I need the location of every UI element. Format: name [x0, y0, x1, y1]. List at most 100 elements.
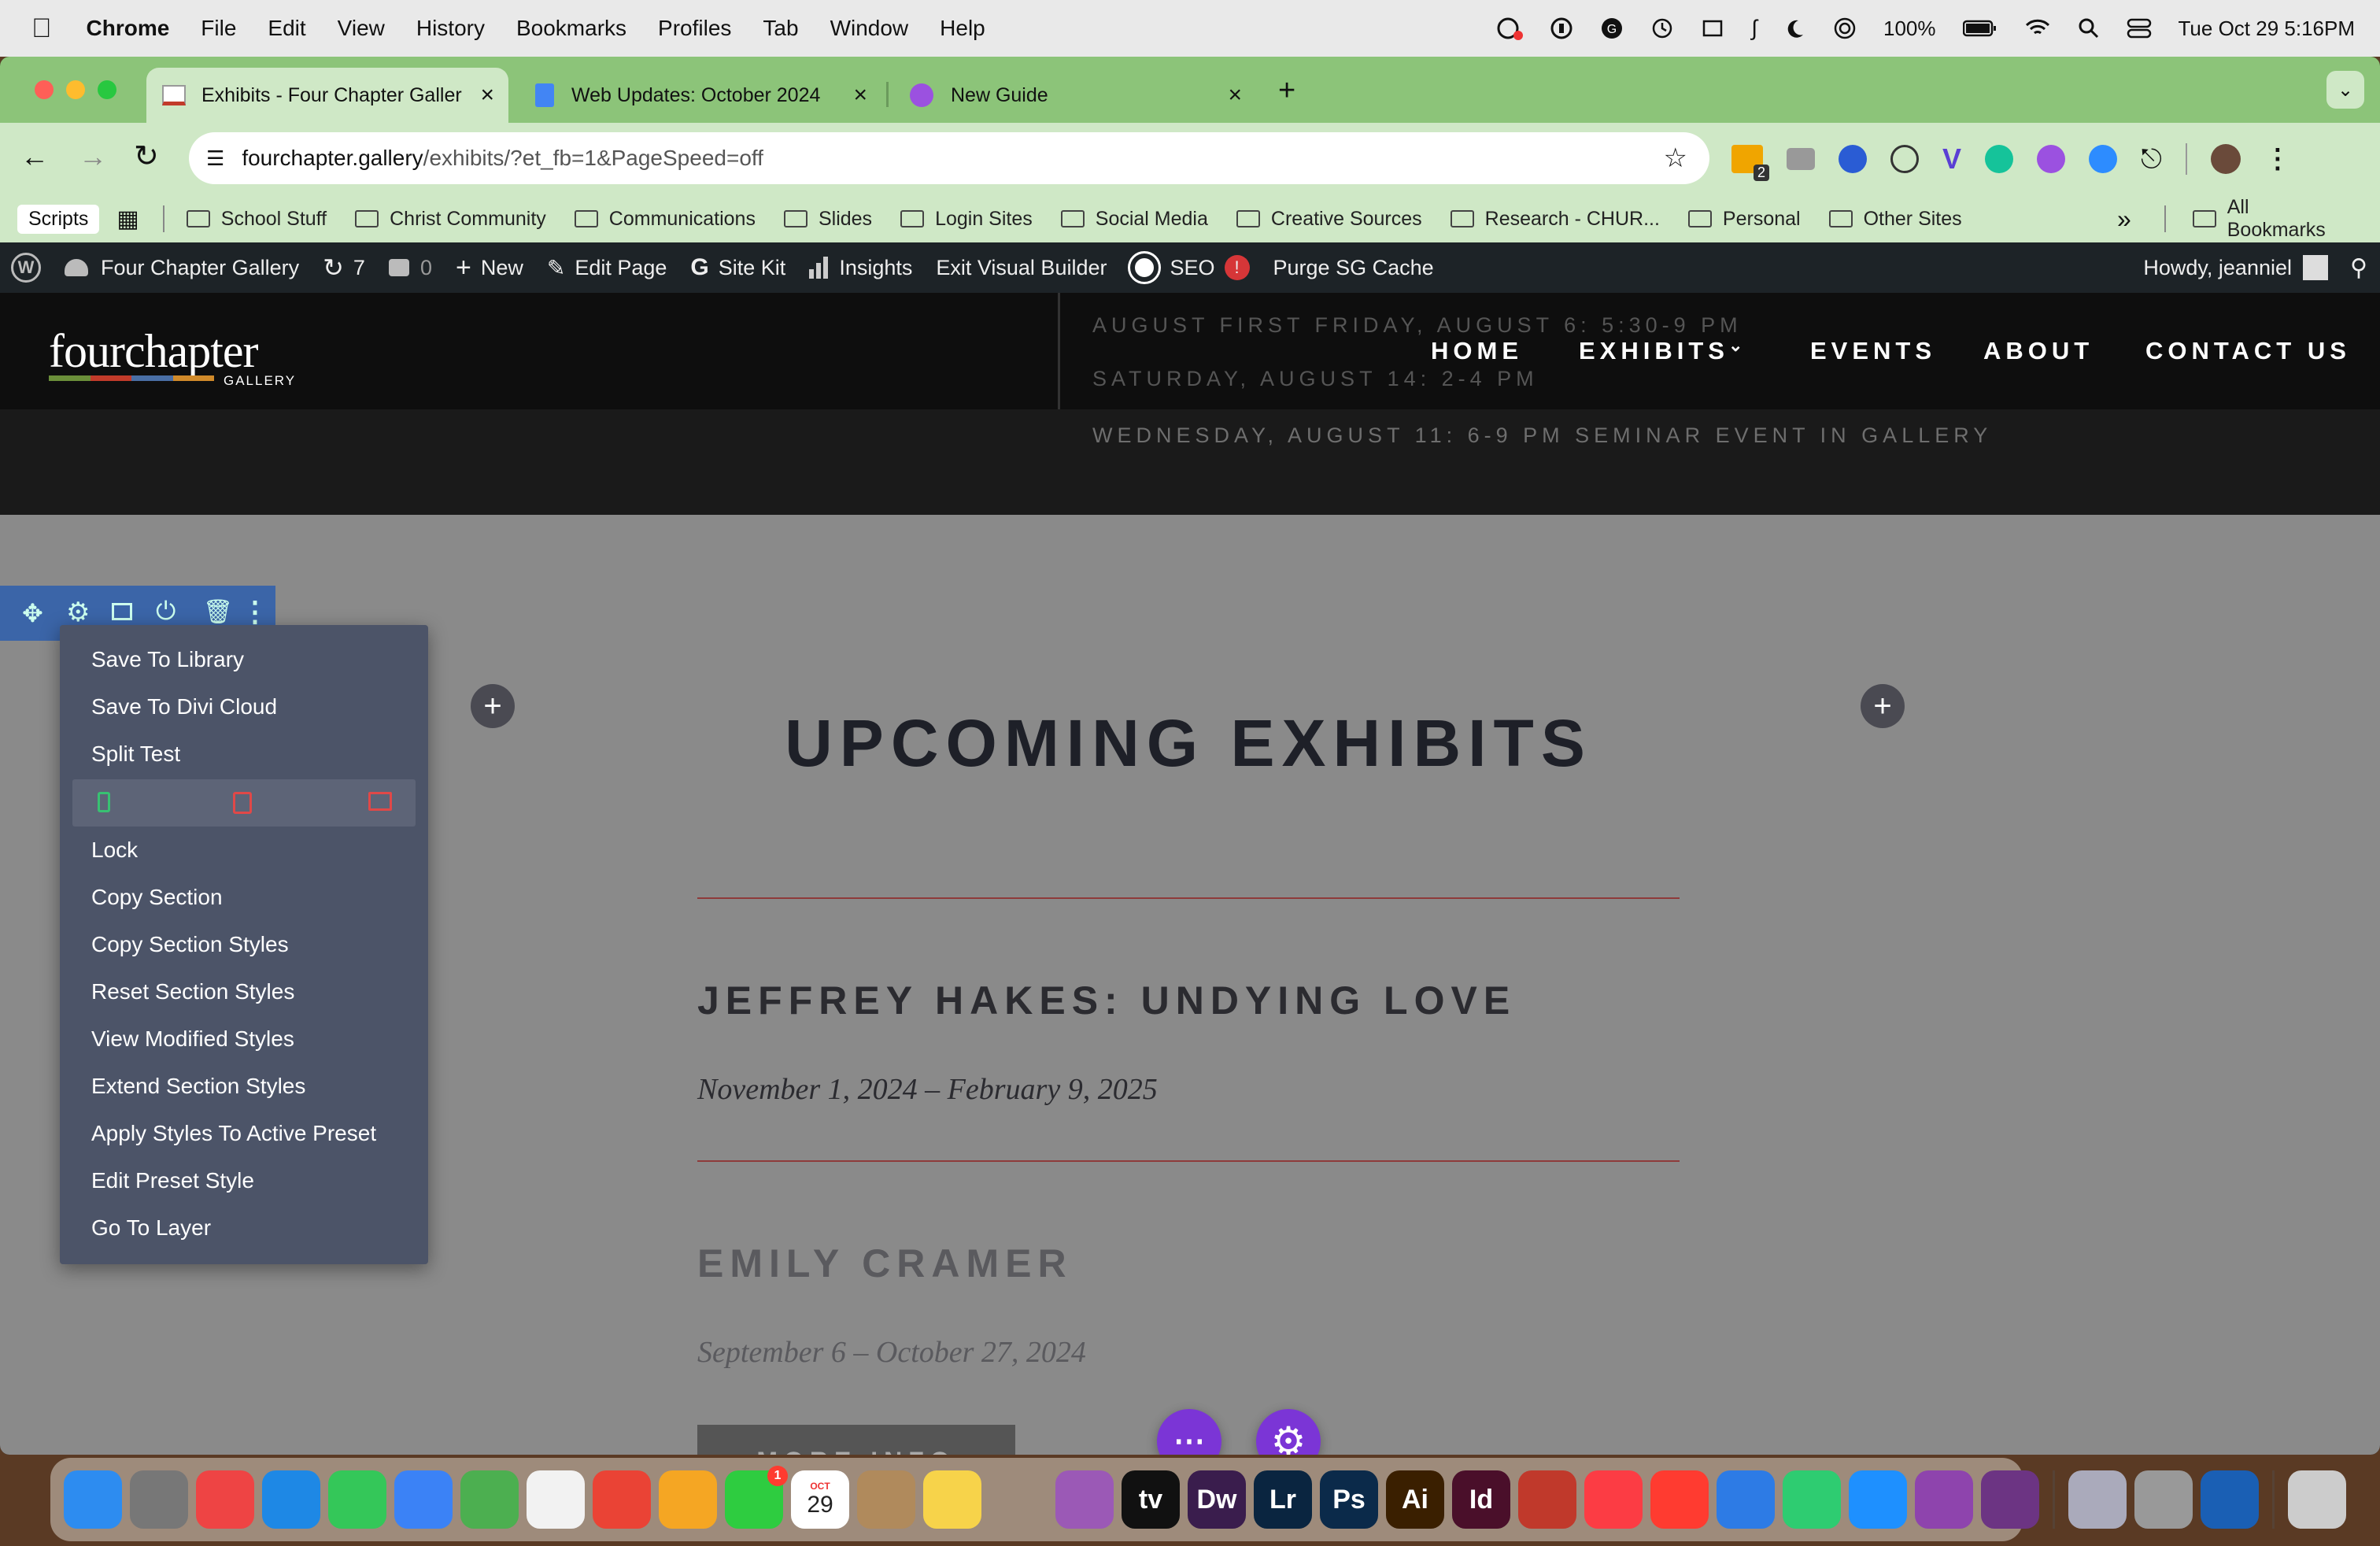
menu-split-test[interactable]: Split Test	[91, 742, 180, 767]
bookmark-folder[interactable]: Personal	[1687, 208, 1801, 231]
grammarly-extension-icon[interactable]	[1985, 145, 2014, 173]
tab-exhibits[interactable]: Exhibits - Four Chapter Galler ×	[146, 68, 508, 123]
bookmarks-overflow-icon[interactable]: »	[2117, 205, 2131, 234]
zoom-extension-icon[interactable]	[2089, 145, 2118, 173]
desktop-icon[interactable]	[368, 792, 392, 811]
dreamweaver-app-icon[interactable]: Dw	[1188, 1470, 1246, 1529]
bookmark-folder[interactable]: School Stuff	[186, 208, 327, 231]
site-info-icon[interactable]: ☰	[206, 146, 224, 171]
spotlight-search-icon[interactable]	[2078, 17, 2100, 39]
mail-app-icon[interactable]	[394, 1470, 453, 1529]
maps-app-icon[interactable]	[460, 1470, 519, 1529]
app-store-app-icon[interactable]	[1849, 1470, 1907, 1529]
menu-extend-section-styles[interactable]: Extend Section Styles	[91, 1074, 305, 1099]
focus-moon-icon[interactable]	[1784, 17, 1806, 39]
bookmark-folder[interactable]: Communications	[574, 208, 756, 231]
wp-new[interactable]: + New	[456, 253, 523, 283]
illustrator-app-icon[interactable]: Ai	[1386, 1470, 1444, 1529]
wifi-icon[interactable]	[2024, 18, 2051, 39]
menu-save-to-library[interactable]: Save To Library	[91, 647, 244, 672]
nav-contact-us[interactable]: CONTACT US	[2145, 337, 2351, 365]
wp-edit-page[interactable]: ✎ Edit Page	[547, 255, 667, 281]
zoom-window-button[interactable]	[98, 80, 116, 99]
safari-app-icon[interactable]	[262, 1470, 320, 1529]
apple-tv-app-icon[interactable]: tv	[1122, 1470, 1180, 1529]
wp-exit-visual-builder[interactable]: Exit Visual Builder	[936, 256, 1107, 280]
wp-insights[interactable]: Insights	[809, 256, 912, 280]
builder-settings-gear-icon[interactable]: ⚙	[1256, 1409, 1321, 1455]
menu-help[interactable]: Help	[940, 16, 985, 41]
notes-app-icon[interactable]	[923, 1470, 981, 1529]
add-module-button[interactable]: +	[1861, 684, 1905, 728]
music-app-icon[interactable]	[1584, 1470, 1643, 1529]
indesign-app-icon[interactable]: Id	[1452, 1470, 1510, 1529]
news-app-icon[interactable]	[1650, 1470, 1709, 1529]
wp-updates[interactable]: ↻ 7	[323, 253, 365, 283]
gallery-business-app-icon[interactable]	[1981, 1470, 2039, 1529]
apps-grid-icon[interactable]: ▦	[116, 205, 139, 233]
system-settings-app-icon[interactable]	[130, 1470, 188, 1529]
profile-avatar[interactable]	[2210, 144, 2241, 174]
screen-mirroring-icon[interactable]	[1701, 17, 1724, 40]
power-icon[interactable]: ⏻	[156, 597, 176, 627]
nav-events[interactable]: EVENTS	[1810, 337, 1936, 365]
photoshop-app-icon[interactable]: Ps	[1320, 1470, 1378, 1529]
close-window-button[interactable]	[35, 80, 54, 99]
bookmark-scripts[interactable]: Scripts	[17, 204, 100, 234]
time-machine-icon[interactable]	[1650, 17, 1674, 40]
lightroom-app-icon[interactable]: Lr	[1254, 1470, 1312, 1529]
tab-web-updates[interactable]: Web Updates: October 2024 ×	[519, 68, 881, 123]
all-bookmarks[interactable]: All Bookmarks	[2193, 196, 2352, 242]
apple-icon[interactable]: 	[31, 13, 52, 44]
back-arrow-icon[interactable]: ←	[20, 140, 49, 173]
menubar-clock[interactable]: Tue Oct 29 5:16PM	[2179, 17, 2355, 41]
menu-go-to-layer[interactable]: Go To Layer	[91, 1215, 211, 1241]
menu-profiles[interactable]: Profiles	[658, 16, 731, 41]
menu-save-to-divi-cloud[interactable]: Save To Divi Cloud	[91, 694, 277, 719]
menu-file[interactable]: File	[201, 16, 236, 41]
new-tab-button[interactable]: +	[1278, 74, 1295, 108]
control-center-icon[interactable]	[2127, 17, 2152, 39]
finder-app-icon[interactable]	[64, 1470, 122, 1529]
podcasts-app-icon[interactable]	[1055, 1470, 1114, 1529]
wp-search-icon[interactable]: ⚲	[2350, 254, 2367, 282]
wp-purge-cache[interactable]: Purge SG Cache	[1273, 256, 1434, 280]
menu-tab[interactable]: Tab	[763, 16, 798, 41]
extension-folder-icon[interactable]: 2	[1731, 145, 1769, 181]
bookmark-folder[interactable]: Research - CHUR...	[1450, 208, 1660, 231]
password-icon[interactable]	[1550, 17, 1573, 40]
more-options-icon[interactable]: ⋮	[241, 595, 269, 628]
phone-icon[interactable]	[98, 792, 110, 812]
printer-app-icon[interactable]	[2134, 1470, 2193, 1529]
close-tab-icon[interactable]: ×	[480, 82, 494, 109]
tab-search-chevron-icon[interactable]: ⌄	[2326, 71, 2364, 109]
keynote-app-icon[interactable]	[1717, 1470, 1775, 1529]
site-logo[interactable]: fourchapter GALLERY	[49, 324, 294, 388]
menu-reset-section-styles[interactable]: Reset Section Styles	[91, 979, 294, 1004]
privacy-extension-icon[interactable]	[1890, 145, 1919, 173]
messages-app-icon[interactable]	[328, 1470, 386, 1529]
builder-more-icon[interactable]: ⋯	[1157, 1409, 1221, 1455]
menu-bookmarks[interactable]: Bookmarks	[516, 16, 626, 41]
bookmark-folder[interactable]: Slides	[783, 208, 872, 231]
trash-icon[interactable]: 🗑	[203, 598, 233, 626]
menu-lock[interactable]: Lock	[91, 838, 138, 863]
add-module-button[interactable]: +	[471, 684, 515, 728]
wp-site-name[interactable]: Four Chapter Gallery	[65, 256, 299, 280]
tablet-icon[interactable]	[233, 792, 252, 814]
gear-icon[interactable]: ⚙	[66, 597, 90, 628]
extensions-puzzle-icon[interactable]: ⎋	[2141, 144, 2162, 175]
menu-edit[interactable]: Edit	[268, 16, 305, 41]
move-icon[interactable]: ✥	[22, 598, 43, 628]
menu-copy-section-styles[interactable]: Copy Section Styles	[91, 932, 289, 957]
contacts-app-icon[interactable]	[857, 1470, 915, 1529]
menu-window[interactable]: Window	[830, 16, 909, 41]
bookmark-folder[interactable]: Login Sites	[900, 208, 1033, 231]
1password-app-icon[interactable]	[2201, 1470, 2259, 1529]
grammarly-icon[interactable]: G	[1600, 17, 1624, 40]
nav-about[interactable]: ABOUT	[1983, 337, 2094, 365]
tab-new-guide[interactable]: New Guide ×	[894, 68, 1256, 123]
reminders-app-icon[interactable]	[527, 1470, 585, 1529]
menu-copy-section[interactable]: Copy Section	[91, 885, 223, 910]
reload-icon[interactable]: ↻	[134, 139, 159, 174]
